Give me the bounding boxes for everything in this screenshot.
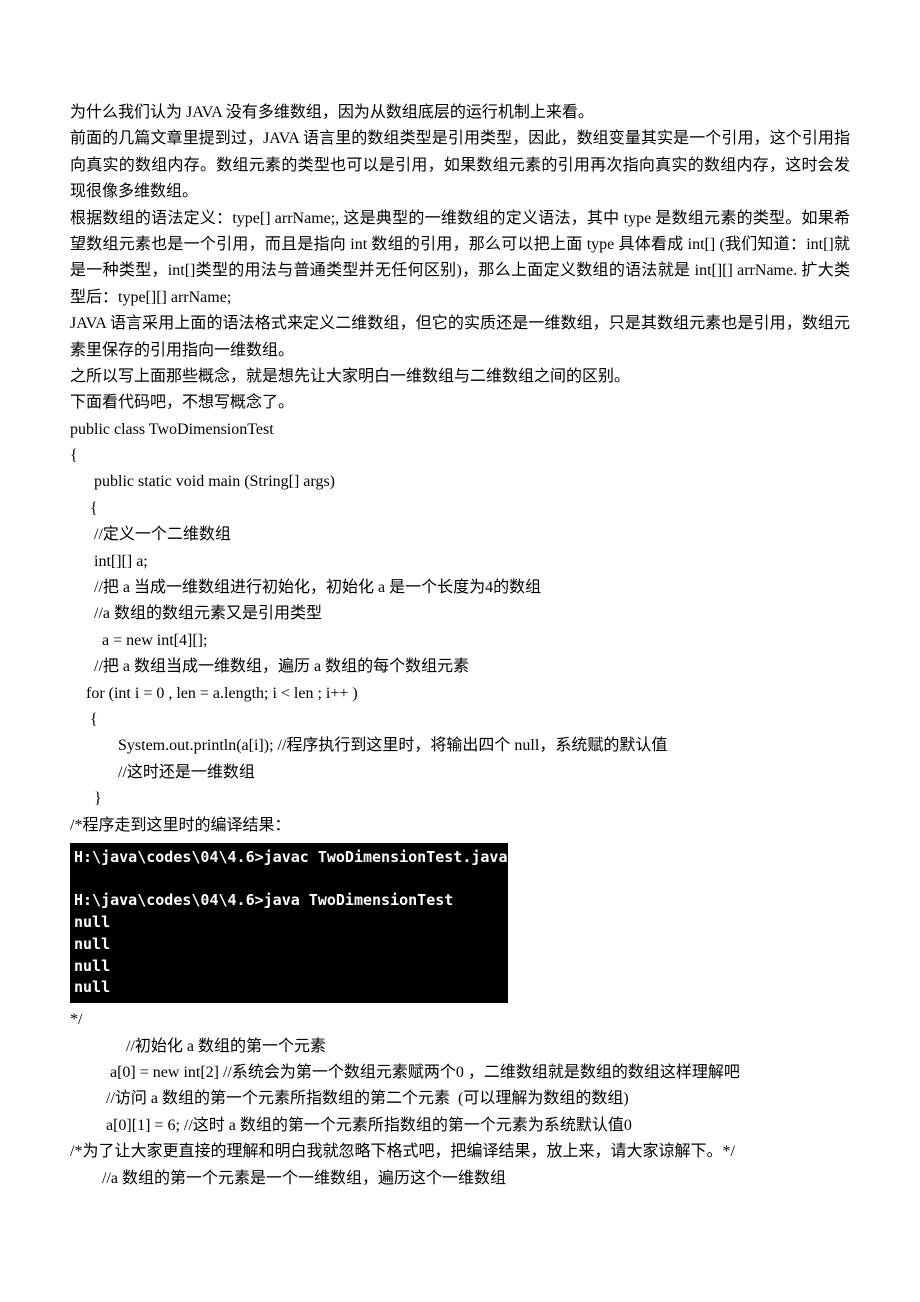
code-line: //把 a 当成一维数组进行初始化，初始化 a 是一个长度为4的数组 bbox=[70, 575, 850, 601]
code-line: //定义一个二维数组 bbox=[70, 522, 850, 548]
paragraph: JAVA 语言采用上面的语法格式来定义二维数组，但它的实质还是一维数组，只是其数… bbox=[70, 311, 850, 364]
paragraph: 前面的几篇文章里提到过，JAVA 语言里的数组类型是引用类型，因此，数组变量其实… bbox=[70, 126, 850, 205]
code-line: */ bbox=[70, 1007, 850, 1033]
code-line: { bbox=[70, 443, 850, 469]
code-line: //访问 a 数组的第一个元素所指数组的第二个元素 (可以理解为数组的数组) bbox=[70, 1086, 850, 1112]
code-line: //把 a 数组当成一维数组，遍历 a 数组的每个数组元素 bbox=[70, 654, 850, 680]
paragraph: 下面看代码吧，不想写概念了。 bbox=[70, 390, 850, 416]
code-line: //a 数组的数组元素又是引用类型 bbox=[70, 601, 850, 627]
code-line: public class TwoDimensionTest bbox=[70, 417, 850, 443]
code-line: for (int i = 0 , len = a.length; i < len… bbox=[70, 681, 850, 707]
paragraph: 根据数组的语法定义：type[] arrName;, 这是典型的一维数组的定义语… bbox=[70, 206, 850, 312]
code-line: int[][] a; bbox=[70, 549, 850, 575]
code-line: { bbox=[70, 496, 850, 522]
code-line: public static void main (String[] args) bbox=[70, 469, 850, 495]
code-line: System.out.println(a[i]); //程序执行到这里时，将输出… bbox=[70, 733, 850, 759]
paragraph: 为什么我们认为 JAVA 没有多维数组，因为从数组底层的运行机制上来看。 bbox=[70, 100, 850, 126]
paragraph: 之所以写上面那些概念，就是想先让大家明白一维数组与二维数组之间的区别。 bbox=[70, 364, 850, 390]
code-line: { bbox=[70, 707, 850, 733]
code-line: //这时还是一维数组 bbox=[70, 760, 850, 786]
code-line: //初始化 a 数组的第一个元素 bbox=[70, 1034, 850, 1060]
code-line: a = new int[4][]; bbox=[70, 628, 850, 654]
code-line: } bbox=[70, 786, 850, 812]
terminal-output: H:\java\codes\04\4.6>javac TwoDimensionT… bbox=[70, 843, 508, 1003]
code-line: //a 数组的第一个元素是一个一维数组，遍历这个一维数组 bbox=[70, 1166, 850, 1192]
code-line: a[0] = new int[2] //系统会为第一个数组元素赋两个0 ，二维数… bbox=[70, 1060, 850, 1086]
code-line: a[0][1] = 6; //这时 a 数组的第一个元素所指数组的第一个元素为系… bbox=[70, 1113, 850, 1139]
code-line: /*为了让大家更直接的理解和明白我就忽略下格式吧，把编译结果，放上来，请大家谅解… bbox=[70, 1139, 850, 1165]
code-line: /*程序走到这里时的编译结果： bbox=[70, 813, 850, 839]
